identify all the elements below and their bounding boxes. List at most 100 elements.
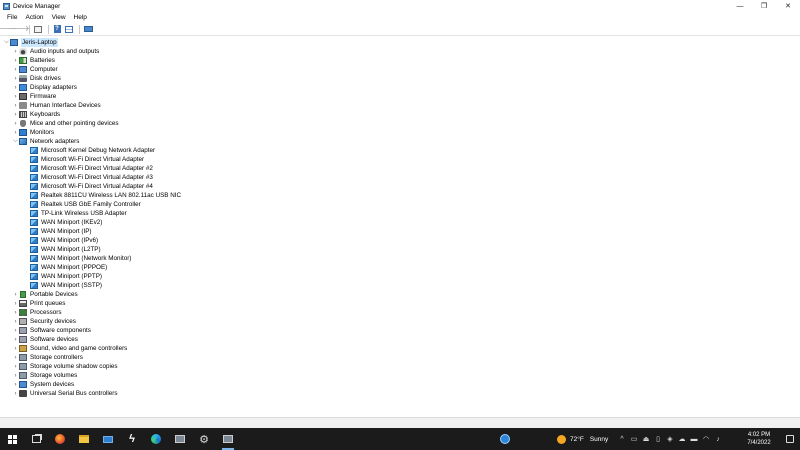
monitor-icon[interactable] [83, 24, 93, 34]
chevron-right-icon[interactable]: › [12, 326, 19, 335]
tree-category[interactable]: › Print queues [12, 299, 65, 308]
menu-file[interactable]: File [3, 14, 21, 21]
chevron-right-icon[interactable]: › [12, 92, 19, 101]
tablet-icon[interactable]: ▭ [628, 428, 640, 450]
tree-category[interactable]: › Firmware [12, 92, 56, 101]
menu-action[interactable]: Action [21, 14, 47, 21]
security-icon[interactable]: ◈ [664, 428, 676, 450]
tree-category[interactable]: › Processors [12, 308, 62, 317]
forward-arrow-icon[interactable]: 🡒 [8, 24, 29, 34]
chevron-right-icon[interactable]: › [12, 389, 19, 398]
tree-category[interactable]: › Audio inputs and outputs [12, 47, 99, 56]
chevron-right-icon[interactable]: › [12, 362, 19, 371]
weather-widget[interactable]: 72°F Sunny [557, 428, 608, 450]
chevron-right-icon[interactable]: › [12, 110, 19, 119]
maximize-button[interactable]: ❐ [752, 0, 776, 12]
chevron-right-icon[interactable]: › [12, 308, 19, 317]
tree-device[interactable]: WAN Miniport (PPTP) [30, 272, 102, 281]
tree-device[interactable]: Microsoft Wi-Fi Direct Virtual Adapter #… [30, 182, 153, 191]
chevron-right-icon[interactable]: › [12, 353, 19, 362]
tree-category[interactable]: › Software devices [12, 335, 78, 344]
tree-device[interactable]: Microsoft Wi-Fi Direct Virtual Adapter [30, 155, 144, 164]
tree-device[interactable]: Realtek USB GbE Family Controller [30, 200, 141, 209]
chevron-down-icon[interactable]: ⌵ [3, 38, 10, 47]
tree-category-network-adapters[interactable]: ⌵ Network adapters [12, 137, 79, 146]
device-manager-taskbar-button[interactable] [216, 428, 240, 450]
chevron-right-icon[interactable]: › [12, 47, 19, 56]
tree-category[interactable]: › Batteries [12, 56, 55, 65]
tree-category[interactable]: › Security devices [12, 317, 76, 326]
tree-category[interactable]: › Display adapters [12, 83, 77, 92]
power-icon[interactable]: ▬ [688, 428, 700, 450]
properties-icon[interactable] [33, 24, 43, 34]
device-label: WAN Miniport (IPv6) [41, 237, 99, 244]
tree-category[interactable]: › Mice and other pointing devices [12, 119, 119, 128]
chevron-right-icon[interactable]: › [12, 128, 19, 137]
tree-device[interactable]: Microsoft Wi-Fi Direct Virtual Adapter #… [30, 164, 153, 173]
tree-category[interactable]: › Sound, video and game controllers [12, 344, 127, 353]
accessibility-button[interactable] [493, 428, 517, 450]
taskbar-clock[interactable]: 4:02 PM 7/4/2022 [738, 431, 780, 447]
tree-category[interactable]: › Human Interface Devices [12, 101, 101, 110]
chevron-right-icon[interactable]: › [12, 101, 19, 110]
tree-device[interactable]: WAN Miniport (SSTP) [30, 281, 102, 290]
tree-category[interactable]: › Storage volumes [12, 371, 77, 380]
notification-icon[interactable] [786, 435, 794, 443]
menu-help[interactable]: Help [70, 14, 91, 21]
minimize-button[interactable]: — [728, 0, 752, 12]
file-explorer-button[interactable] [72, 428, 96, 450]
tree-device[interactable]: WAN Miniport (IKEv2) [30, 218, 102, 227]
chevron-right-icon[interactable]: › [12, 119, 19, 128]
chevron-right-icon[interactable]: › [12, 65, 19, 74]
chevron-right-icon[interactable]: › [12, 380, 19, 389]
tree-device[interactable]: TP-Link Wireless USB Adapter [30, 209, 127, 218]
help-icon[interactable]: ? [52, 24, 62, 34]
chevron-right-icon[interactable]: › [12, 74, 19, 83]
tree-category[interactable]: › Monitors [12, 128, 54, 137]
chevron-right-icon[interactable]: › [12, 317, 19, 326]
tree-category[interactable]: › Keyboards [12, 110, 60, 119]
tree-category[interactable]: › System devices [12, 380, 74, 389]
tree-device[interactable]: Microsoft Kernel Debug Network Adapter [30, 146, 155, 155]
cloud-icon[interactable]: ☁ [676, 428, 688, 450]
chevron-right-icon[interactable]: › [12, 371, 19, 380]
usb-eject-icon[interactable]: ⏏ [640, 428, 652, 450]
chevron-right-icon[interactable]: › [12, 344, 19, 353]
tree-device[interactable]: WAN Miniport (L2TP) [30, 245, 101, 254]
menu-view[interactable]: View [48, 14, 70, 21]
task-view-button[interactable] [24, 428, 48, 450]
chevron-down-icon[interactable]: ⌵ [12, 137, 19, 146]
chevron-right-icon[interactable]: › [12, 299, 19, 308]
chevron-right-icon[interactable]: › [12, 56, 19, 65]
tree-device[interactable]: WAN Miniport (Network Monitor) [30, 254, 131, 263]
tree-category[interactable]: › Disk drives [12, 74, 61, 83]
view-icon[interactable] [64, 24, 74, 34]
tree-device[interactable]: WAN Miniport (IPv6) [30, 236, 98, 245]
tree-category[interactable]: › Storage volume shadow copies [12, 362, 118, 371]
firefox-button[interactable] [48, 428, 72, 450]
tree-device[interactable]: Realtek 8811CU Wireless LAN 802.11ac USB… [30, 191, 181, 200]
settings-button[interactable]: ⚙ [192, 428, 216, 450]
tree-device[interactable]: WAN Miniport (IP) [30, 227, 92, 236]
chevron-right-icon[interactable]: › [12, 290, 19, 299]
wifi-icon[interactable]: ◠ [700, 428, 712, 450]
mail-button[interactable] [96, 428, 120, 450]
edge-button[interactable] [144, 428, 168, 450]
close-button[interactable]: ✕ [776, 0, 800, 12]
tree-device[interactable]: WAN Miniport (PPPOE) [30, 263, 107, 272]
lightning-app-button[interactable]: ϟ [120, 428, 144, 450]
tree-device[interactable]: Microsoft Wi-Fi Direct Virtual Adapter #… [30, 173, 153, 182]
tree-category[interactable]: › Universal Serial Bus controllers [12, 389, 118, 398]
chevron-right-icon[interactable]: › [12, 83, 19, 92]
chevron-up-icon[interactable]: ^ [616, 428, 628, 450]
start-button[interactable] [0, 428, 24, 450]
tree-category[interactable]: › Software components [12, 326, 91, 335]
tree-root[interactable]: ⌵ Jeris-Laptop [3, 38, 58, 47]
battery-icon[interactable]: ▯ [652, 428, 664, 450]
chevron-right-icon[interactable]: › [12, 335, 19, 344]
device-app-button[interactable] [168, 428, 192, 450]
tree-category[interactable]: › Portable Devices [12, 290, 78, 299]
volume-icon[interactable]: ♪ [712, 428, 724, 450]
tree-category[interactable]: › Computer [12, 65, 58, 74]
tree-category[interactable]: › Storage controllers [12, 353, 83, 362]
